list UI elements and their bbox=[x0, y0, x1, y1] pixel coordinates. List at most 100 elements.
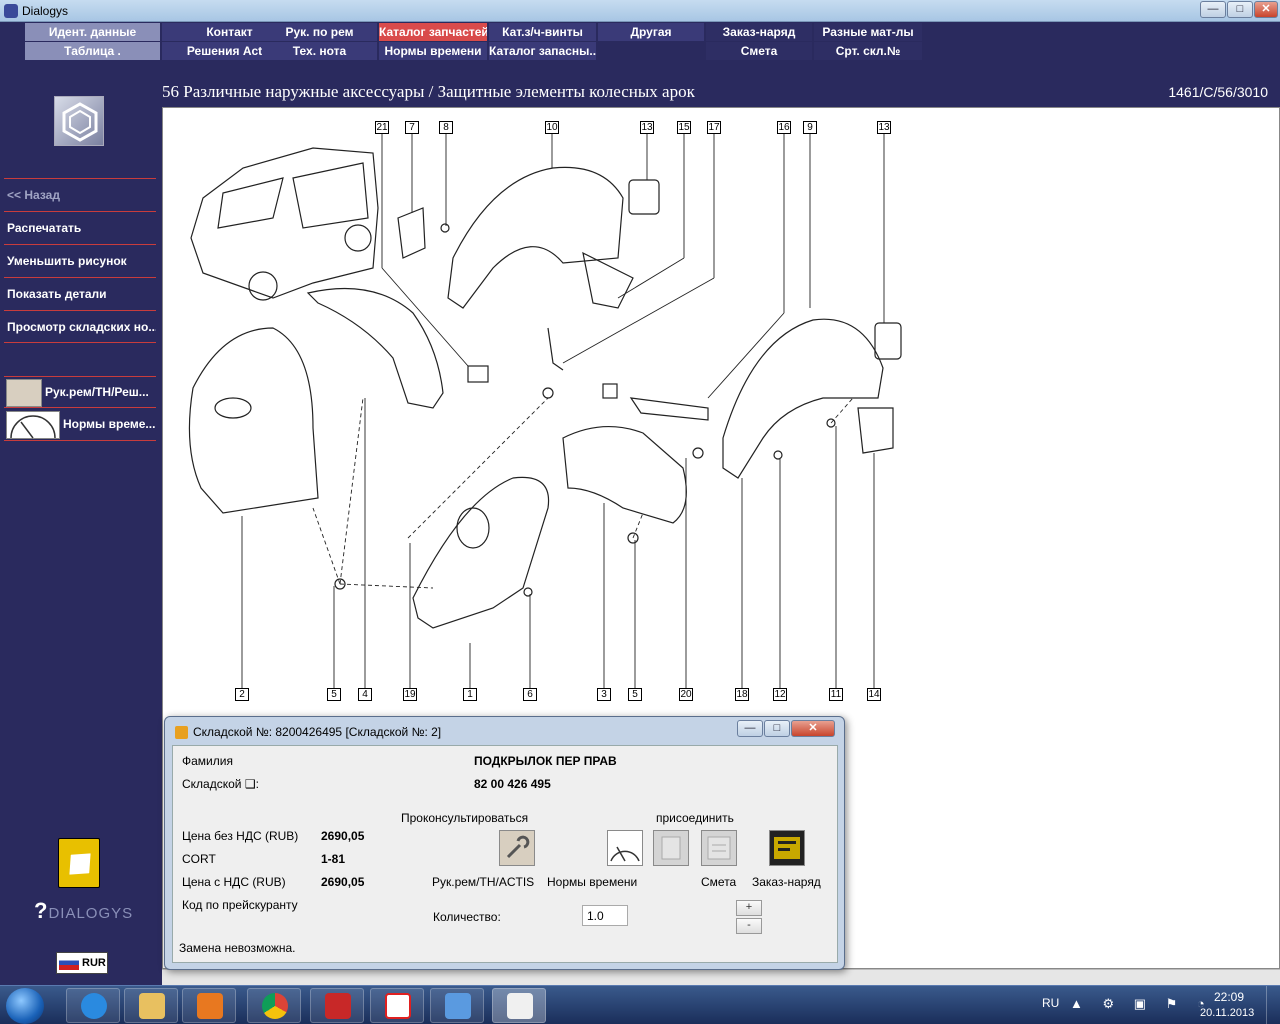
yandex-icon bbox=[385, 993, 411, 1019]
close-button[interactable]: ✕ bbox=[1254, 1, 1278, 18]
minimize-button[interactable]: — bbox=[1200, 1, 1226, 18]
nav-row2-item-2[interactable]: Тех. нота bbox=[262, 42, 377, 60]
nav-row2-item-3[interactable]: Нормы времени bbox=[379, 42, 487, 60]
horizontal-scrollbar[interactable] bbox=[162, 969, 1280, 985]
back-button[interactable]: << Назад bbox=[4, 178, 156, 211]
taskbar-audio[interactable] bbox=[430, 988, 484, 1023]
sidebar-repair-manual[interactable]: Рук.рем/ТН/Реш... bbox=[4, 376, 156, 408]
replacement-status: Замена невозможна. bbox=[179, 941, 296, 955]
nav-row1-item-4[interactable]: Кат.з/ч-винты bbox=[489, 23, 596, 41]
breadcrumb-path: 56 Различные наружные аксессуары / Защит… bbox=[162, 82, 695, 101]
dialog-title: Складской №: 8200426495 [Складской №: 2] bbox=[193, 725, 442, 739]
taskbar-java[interactable] bbox=[492, 988, 546, 1023]
callout-14[interactable]: 14 bbox=[867, 688, 881, 701]
taskbar-yandex[interactable] bbox=[370, 988, 424, 1023]
callout-5[interactable]: 5 bbox=[327, 688, 341, 701]
nav-row2-item-7[interactable]: Срт. скл.№ bbox=[814, 42, 922, 60]
callout-5b[interactable]: 5 bbox=[628, 688, 642, 701]
quantity-input[interactable] bbox=[582, 905, 628, 926]
estimate-button[interactable] bbox=[701, 830, 737, 866]
taskbar-ie[interactable] bbox=[66, 988, 120, 1023]
wrench-icon bbox=[506, 835, 530, 859]
stopwatch-icon bbox=[610, 846, 640, 862]
callout-13[interactable]: 13 bbox=[640, 121, 654, 134]
nav-row1-item-7[interactable]: Разные мат-лы bbox=[814, 23, 922, 41]
callout-6[interactable]: 6 bbox=[523, 688, 537, 701]
callout-21[interactable]: 21 bbox=[375, 121, 389, 134]
quantity-increment-button[interactable]: + bbox=[736, 900, 762, 916]
currency-badge[interactable]: RUR bbox=[56, 952, 108, 974]
attach-disabled-button[interactable] bbox=[653, 830, 689, 866]
work-order-label: Заказ-наряд bbox=[752, 875, 821, 889]
print-button[interactable]: Распечатать bbox=[4, 211, 156, 244]
repair-manual-button[interactable] bbox=[499, 830, 535, 866]
dialog-maximize-button[interactable]: □ bbox=[764, 720, 790, 737]
folder-icon bbox=[139, 993, 165, 1019]
callout-20[interactable]: 20 bbox=[679, 688, 693, 701]
nav-row2-item-4[interactable]: Каталог запасны... bbox=[489, 42, 596, 60]
time-norms-button[interactable] bbox=[607, 830, 643, 866]
chrome-icon bbox=[262, 993, 288, 1019]
callout-15[interactable]: 15 bbox=[677, 121, 691, 134]
nav-row1-item-5[interactable]: Другая bbox=[598, 23, 704, 41]
dialogys-brand: ?DIALOGYS bbox=[34, 898, 133, 924]
internet-explorer-icon bbox=[81, 993, 107, 1019]
show-details-button[interactable]: Показать детали bbox=[4, 277, 156, 310]
callout-19[interactable]: 19 bbox=[403, 688, 417, 701]
callout-11[interactable]: 11 bbox=[829, 688, 843, 701]
maximize-button[interactable]: □ bbox=[1227, 1, 1253, 18]
nav-row1-item-2[interactable]: Рук. по рем bbox=[262, 23, 377, 41]
currency-label: RUR bbox=[82, 957, 106, 969]
time-norms-label: Нормы времени bbox=[547, 875, 638, 889]
system-tray-icons[interactable]: ▲ ⚙ ▣ ⚑ ◔ bbox=[1070, 996, 1213, 1012]
estimate-label: Смета bbox=[701, 875, 737, 889]
callout-13b[interactable]: 13 bbox=[877, 121, 891, 134]
part-number-label: Складской ❑: bbox=[182, 777, 259, 791]
window-title: Dialogys bbox=[22, 4, 69, 18]
callout-4[interactable]: 4 bbox=[358, 688, 372, 701]
callout-9[interactable]: 9 bbox=[803, 121, 817, 134]
taskbar-kaspersky[interactable] bbox=[310, 988, 364, 1023]
time-norms-icon bbox=[6, 411, 60, 439]
dialog-minimize-button[interactable]: — bbox=[737, 720, 763, 737]
windows-taskbar: RU ▲ ⚙ ▣ ⚑ ◔ 22:09 20.11.2013 bbox=[0, 985, 1280, 1024]
document-disabled-icon bbox=[661, 836, 681, 860]
quantity-label: Количество: bbox=[433, 910, 501, 924]
taskbar-media-player[interactable] bbox=[182, 988, 236, 1023]
top-navigation: Идент. данные Контакт Рук. по рем Каталог з… bbox=[0, 22, 1280, 62]
work-order-button[interactable] bbox=[769, 830, 805, 866]
callout-8[interactable]: 8 bbox=[439, 121, 453, 134]
java-icon bbox=[175, 726, 188, 739]
clock-time[interactable]: 22:09 bbox=[1214, 990, 1244, 1004]
start-button[interactable] bbox=[6, 988, 44, 1024]
family-value: ПОДКРЫЛОК ПЕР ПРАВ bbox=[474, 754, 617, 768]
callout-12[interactable]: 12 bbox=[773, 688, 787, 701]
nav-row1-item-0[interactable]: Идент. данные bbox=[25, 23, 160, 41]
sidebar-time-norms[interactable]: Нормы време... bbox=[4, 409, 156, 441]
quantity-decrement-button[interactable]: - bbox=[736, 918, 762, 934]
callout-3[interactable]: 3 bbox=[597, 688, 611, 701]
callout-17[interactable]: 17 bbox=[707, 121, 721, 134]
repair-manual-label: Рук.рем/ТН/ACTIS bbox=[432, 875, 535, 889]
callout-1[interactable]: 1 bbox=[463, 688, 477, 701]
sidebar: << Назад Распечатать Уменьшить рисунок П… bbox=[0, 62, 162, 985]
diagram-code: 1461/C/56/3010 bbox=[1168, 84, 1268, 100]
zoom-out-button[interactable]: Уменьшить рисунок bbox=[4, 244, 156, 277]
dialog-close-button[interactable]: ✕ bbox=[791, 720, 835, 737]
nav-row1-item-6[interactable]: Заказ-наряд bbox=[706, 23, 812, 41]
nav-row2-item-6[interactable]: Смета bbox=[706, 42, 812, 60]
callout-7[interactable]: 7 bbox=[405, 121, 419, 134]
taskbar-chrome[interactable] bbox=[247, 988, 301, 1023]
nav-row1-item-3[interactable]: Каталог запчастей bbox=[379, 23, 487, 41]
nav-row2-item-0[interactable]: Таблица . bbox=[25, 42, 160, 60]
show-desktop-button[interactable] bbox=[1266, 986, 1280, 1024]
view-stock-numbers-button[interactable]: Просмотр складских но... bbox=[4, 310, 156, 343]
callout-18[interactable]: 18 bbox=[735, 688, 749, 701]
taskbar-explorer[interactable] bbox=[124, 988, 178, 1023]
callout-2[interactable]: 2 bbox=[235, 688, 249, 701]
price-no-vat-value: 2690,05 bbox=[321, 829, 365, 843]
language-indicator[interactable]: RU bbox=[1042, 996, 1059, 1010]
clock-date[interactable]: 20.11.2013 bbox=[1200, 1007, 1254, 1019]
callout-16[interactable]: 16 bbox=[777, 121, 791, 134]
callout-10[interactable]: 10 bbox=[545, 121, 559, 134]
